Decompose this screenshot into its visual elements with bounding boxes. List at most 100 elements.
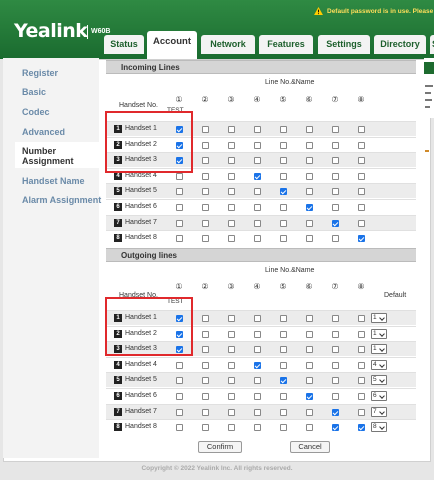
outgoing-line-3-checkbox[interactable] [228,424,235,432]
sidebar-item-codec[interactable]: Codec [22,107,50,117]
incoming-line-3-checkbox[interactable] [228,204,235,211]
outgoing-line-3-checkbox[interactable] [228,361,235,369]
sidebar-item-handset-name[interactable]: Handset Name [22,176,85,186]
sidebar-item-register[interactable]: Register [22,68,58,78]
incoming-line-6-checkbox[interactable] [306,126,313,133]
outgoing-line-2-checkbox[interactable] [202,408,209,416]
incoming-line-5-checkbox[interactable] [280,219,287,227]
default-password-warning[interactable]: Default password is in use. Please [327,8,433,15]
incoming-line-7-checkbox[interactable] [332,204,339,211]
outgoing-line-4-checkbox[interactable] [254,361,261,369]
incoming-line-3-checkbox[interactable] [228,219,235,227]
outgoing-line-6-checkbox[interactable] [306,424,313,432]
tab-account[interactable]: Account [147,31,197,59]
outgoing-line-7-checkbox[interactable] [332,330,339,338]
outgoing-line-4-checkbox[interactable] [254,393,261,400]
incoming-line-4-checkbox[interactable] [254,172,261,180]
incoming-line-2-checkbox[interactable] [202,141,209,149]
tab-network[interactable]: Network [201,35,255,54]
outgoing-line-1-checkbox[interactable] [176,424,183,432]
incoming-line-1-checkbox[interactable] [176,235,183,243]
incoming-line-4-checkbox[interactable] [254,141,261,149]
incoming-line-8-checkbox[interactable] [358,235,365,243]
outgoing-line-2-checkbox[interactable] [202,315,209,322]
incoming-line-3-checkbox[interactable] [228,235,235,243]
cancel-button[interactable]: Cancel [290,441,330,453]
incoming-line-6-checkbox[interactable] [306,219,313,227]
incoming-line-2-checkbox[interactable] [202,188,209,196]
default-line-select[interactable]: 5 [371,375,387,386]
outgoing-line-8-checkbox[interactable] [358,377,365,385]
incoming-line-1-checkbox[interactable] [176,219,183,227]
outgoing-line-8-checkbox[interactable] [358,408,365,416]
outgoing-line-6-checkbox[interactable] [306,377,313,385]
sidebar-item-alarm-assignment[interactable]: Alarm Assignment [22,195,101,205]
incoming-line-5-checkbox[interactable] [280,126,287,133]
outgoing-line-1-checkbox[interactable] [176,408,183,416]
outgoing-line-8-checkbox[interactable] [358,361,365,369]
incoming-line-5-checkbox[interactable] [280,157,287,165]
outgoing-line-7-checkbox[interactable] [332,315,339,322]
outgoing-line-6-checkbox[interactable] [306,393,313,400]
incoming-line-8-checkbox[interactable] [358,188,365,196]
outgoing-line-5-checkbox[interactable] [280,346,287,354]
incoming-line-4-checkbox[interactable] [254,235,261,243]
outgoing-line-4-checkbox[interactable] [254,330,261,338]
outgoing-line-3-checkbox[interactable] [228,377,235,385]
incoming-line-3-checkbox[interactable] [228,141,235,149]
default-line-select[interactable]: 1 [371,328,387,339]
outgoing-line-1-checkbox[interactable] [176,393,183,400]
incoming-line-4-checkbox[interactable] [254,126,261,133]
incoming-line-6-checkbox[interactable] [306,188,313,196]
outgoing-line-7-checkbox[interactable] [332,361,339,369]
incoming-line-7-checkbox[interactable] [332,188,339,196]
sidebar-item-basic[interactable]: Basic [22,87,46,97]
outgoing-line-7-checkbox[interactable] [332,424,339,432]
tab-security[interactable]: S [430,35,434,54]
default-line-select[interactable]: 4 [371,359,387,370]
incoming-line-1-checkbox[interactable] [176,204,183,211]
incoming-line-4-checkbox[interactable] [254,188,261,196]
outgoing-line-3-checkbox[interactable] [228,315,235,322]
incoming-line-6-checkbox[interactable] [306,235,313,243]
incoming-line-7-checkbox[interactable] [332,157,339,165]
sidebar-item-advanced[interactable]: Advanced [22,127,65,137]
outgoing-line-7-checkbox[interactable] [332,408,339,416]
outgoing-line-6-checkbox[interactable] [306,408,313,416]
default-line-select[interactable]: 8 [371,422,387,433]
incoming-line-3-checkbox[interactable] [228,157,235,165]
outgoing-line-4-checkbox[interactable] [254,424,261,432]
outgoing-line-5-checkbox[interactable] [280,361,287,369]
incoming-line-8-checkbox[interactable] [358,157,365,165]
outgoing-line-8-checkbox[interactable] [358,330,365,338]
outgoing-line-2-checkbox[interactable] [202,346,209,354]
tab-features[interactable]: Features [259,35,313,54]
incoming-line-8-checkbox[interactable] [358,204,365,211]
outgoing-line-3-checkbox[interactable] [228,393,235,400]
outgoing-line-7-checkbox[interactable] [332,346,339,354]
incoming-line-7-checkbox[interactable] [332,235,339,243]
incoming-line-3-checkbox[interactable] [228,126,235,133]
incoming-line-6-checkbox[interactable] [306,172,313,180]
default-line-select[interactable]: 1 [371,344,387,355]
incoming-line-5-checkbox[interactable] [280,204,287,211]
incoming-line-8-checkbox[interactable] [358,126,365,133]
outgoing-line-5-checkbox[interactable] [280,393,287,400]
default-line-select[interactable]: 1 [371,313,387,323]
incoming-line-6-checkbox[interactable] [306,204,313,211]
incoming-line-5-checkbox[interactable] [280,141,287,149]
outgoing-line-4-checkbox[interactable] [254,408,261,416]
incoming-line-7-checkbox[interactable] [332,126,339,133]
incoming-line-4-checkbox[interactable] [254,219,261,227]
incoming-line-5-checkbox[interactable] [280,172,287,180]
outgoing-line-7-checkbox[interactable] [332,377,339,385]
confirm-button[interactable]: Confirm [198,441,242,453]
outgoing-line-5-checkbox[interactable] [280,377,287,385]
incoming-line-5-checkbox[interactable] [280,235,287,243]
outgoing-line-4-checkbox[interactable] [254,346,261,354]
incoming-line-4-checkbox[interactable] [254,157,261,165]
tab-settings[interactable]: Settings [318,35,370,54]
default-line-select[interactable]: 6 [371,391,387,401]
incoming-line-8-checkbox[interactable] [358,141,365,149]
incoming-line-3-checkbox[interactable] [228,188,235,196]
